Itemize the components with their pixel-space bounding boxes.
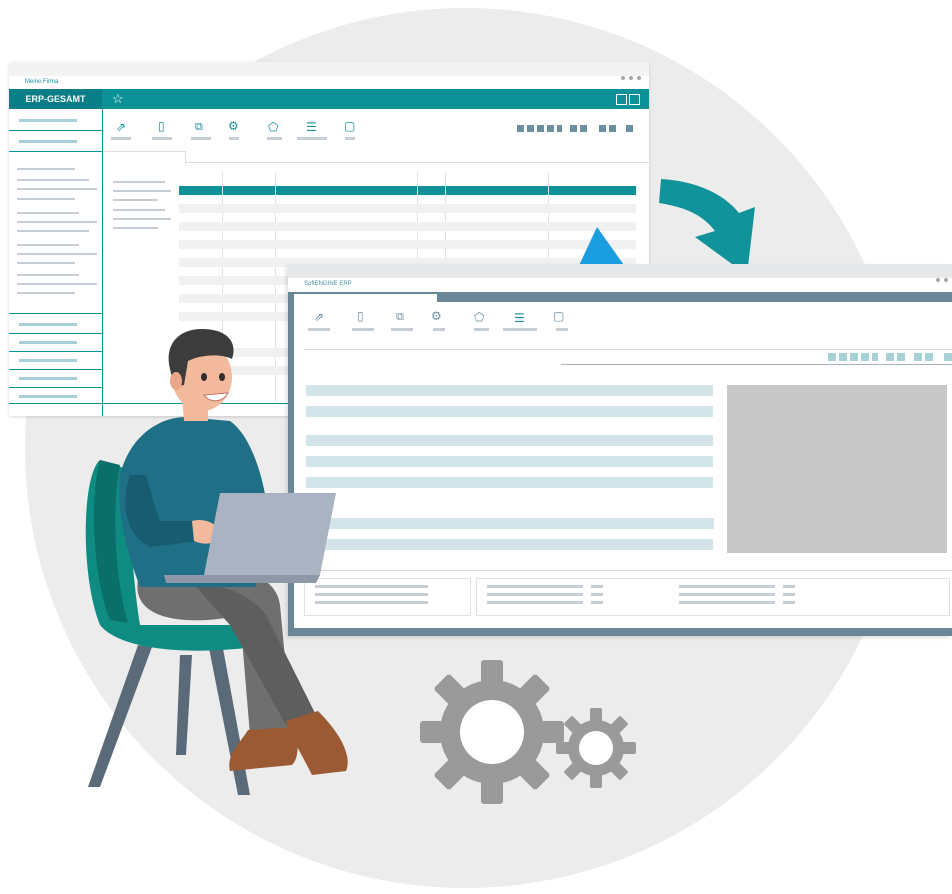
icon-caption [474, 328, 489, 331]
sidebar-item[interactable] [19, 323, 77, 326]
divider [9, 130, 102, 131]
panel-text [487, 601, 583, 604]
sidebar-text [17, 221, 97, 223]
toolbar-indicator [517, 125, 562, 132]
panel-text [679, 601, 775, 604]
divider [304, 349, 952, 350]
sidebar-text [17, 262, 75, 264]
toolbar-indicator [626, 125, 633, 132]
sidebar-text [17, 179, 89, 181]
panel-text [591, 585, 603, 588]
panel-text [783, 601, 795, 604]
form-label [113, 218, 171, 220]
panel-text [679, 593, 775, 596]
window-titlebar [288, 264, 952, 282]
form-label [113, 181, 165, 183]
sidebar-text [17, 244, 79, 246]
icon-caption [229, 137, 239, 140]
form-label [113, 227, 158, 229]
divider [294, 292, 437, 294]
toolbar-indicator [914, 353, 936, 361]
icon-caption [267, 137, 282, 140]
window-maximize-icon[interactable] [616, 94, 627, 105]
sidebar-item[interactable] [19, 140, 77, 143]
image-placeholder [727, 385, 947, 553]
app-brand: ERP-GESAMT [9, 89, 102, 109]
sidebar-text [17, 188, 97, 190]
toolbar-indicator [570, 125, 590, 132]
window-menu-dots[interactable] [932, 269, 952, 287]
panel-text [591, 601, 603, 604]
panel-text [679, 585, 775, 588]
form-label [113, 190, 171, 192]
icon-caption [556, 328, 568, 331]
icon-caption [297, 137, 327, 140]
export-icon[interactable]: ⇗ [314, 310, 324, 324]
copy-icon[interactable]: ⧉ [396, 310, 404, 324]
star-icon[interactable]: ☆ [112, 91, 124, 106]
icon-caption [191, 137, 211, 140]
table-row[interactable] [179, 204, 636, 213]
table-header [179, 186, 636, 195]
form-label [113, 199, 158, 201]
form-label [113, 209, 165, 211]
divider [561, 364, 952, 365]
panel-text [783, 585, 795, 588]
summary-panel [476, 578, 950, 616]
window-menu-dots[interactable] [617, 67, 641, 85]
toolbar-indicator [944, 353, 952, 361]
toolbar-indicator [828, 353, 878, 361]
divider [9, 313, 102, 314]
gears-icon[interactable]: ⚙ [431, 309, 442, 323]
blank-icon[interactable]: ▢ [553, 309, 564, 323]
sidebar-text [17, 230, 89, 232]
list-icon[interactable]: ☰ [514, 311, 525, 325]
tab-active[interactable] [103, 151, 186, 164]
tab-baseline [185, 162, 649, 163]
sidebar-text [17, 168, 75, 170]
company-label: SoftENGINE ERP [304, 281, 352, 287]
window-header-bar [437, 292, 952, 302]
divider [9, 151, 102, 152]
sidebar-item[interactable] [19, 377, 77, 380]
sidebar-item[interactable] [19, 359, 77, 362]
panel-text [487, 593, 583, 596]
copy-icon[interactable]: ⧉ [195, 120, 203, 134]
sidebar-text [17, 198, 75, 200]
sidebar-text [17, 292, 75, 294]
blank-icon[interactable]: ▢ [344, 119, 355, 133]
gears-illustration-icon [420, 660, 636, 804]
export-icon[interactable]: ⇗ [116, 120, 126, 134]
window-restore-icon[interactable] [629, 94, 640, 105]
document-icon[interactable]: ▯ [158, 119, 165, 133]
tag-icon[interactable]: ⬠ [268, 120, 278, 134]
sidebar-item[interactable] [19, 395, 77, 398]
toolbar-indicator [599, 125, 619, 132]
sidebar-item[interactable] [19, 119, 77, 122]
list-icon[interactable]: ☰ [306, 120, 317, 134]
divider [304, 570, 952, 571]
panel-text [591, 593, 603, 596]
sidebar-item[interactable] [19, 341, 77, 344]
sidebar-text [17, 283, 97, 285]
icon-caption [433, 328, 445, 331]
sidebar-text [17, 253, 97, 255]
tag-icon[interactable]: ⬠ [474, 310, 484, 324]
person-with-laptop-illustration [85, 329, 348, 795]
icon-caption [111, 137, 131, 140]
icon-caption [152, 137, 172, 140]
icon-caption [345, 137, 355, 140]
sidebar-text [17, 274, 79, 276]
toolbar-indicator [886, 353, 908, 361]
icon-caption [391, 328, 413, 331]
icon-caption [503, 328, 537, 331]
company-label: Meine Firma [25, 79, 59, 85]
window-header-bar: ☆ [9, 89, 649, 109]
panel-text [487, 585, 583, 588]
sidebar-text [17, 212, 79, 214]
gears-icon[interactable]: ⚙ [228, 119, 239, 133]
window-titlebar [9, 62, 649, 80]
panel-text [783, 593, 795, 596]
document-icon[interactable]: ▯ [357, 309, 364, 323]
